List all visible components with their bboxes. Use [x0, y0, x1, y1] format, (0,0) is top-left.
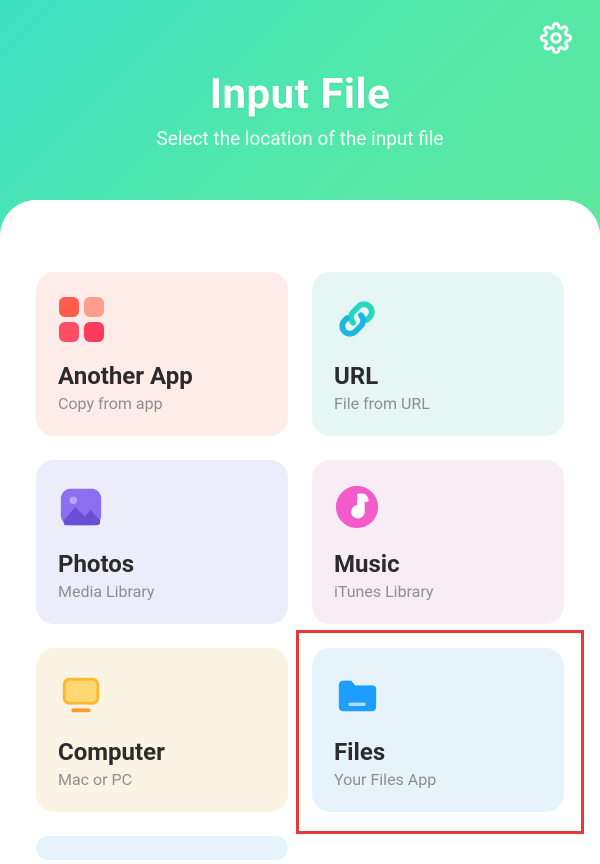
card-title: Music	[334, 550, 542, 578]
card-subtitle: iTunes Library	[334, 582, 542, 601]
card-subtitle: File from URL	[334, 394, 542, 413]
card-title: URL	[334, 362, 542, 390]
settings-button[interactable]	[540, 22, 572, 54]
card-title: Computer	[58, 738, 266, 766]
page-subtitle: Select the location of the input file	[0, 127, 600, 150]
photo-icon	[58, 484, 104, 530]
source-option-music[interactable]: Music iTunes Library	[312, 460, 564, 624]
content-sheet: Another App Copy from app URL File from …	[0, 200, 600, 864]
link-icon	[334, 296, 380, 342]
card-subtitle: Mac or PC	[58, 770, 266, 789]
gear-icon	[540, 39, 572, 58]
source-option-partial[interactable]	[36, 836, 288, 860]
card-title: Another App	[58, 362, 266, 390]
card-title: Photos	[58, 550, 266, 578]
monitor-icon	[58, 672, 104, 718]
card-subtitle: Media Library	[58, 582, 266, 601]
page-title: Input File	[0, 70, 600, 119]
music-icon	[334, 484, 380, 530]
apps-icon	[58, 296, 104, 342]
card-title: Files	[334, 738, 542, 766]
card-subtitle: Copy from app	[58, 394, 266, 413]
folder-icon	[334, 672, 380, 718]
source-option-computer[interactable]: Computer Mac or PC	[36, 648, 288, 812]
source-option-photos[interactable]: Photos Media Library	[36, 460, 288, 624]
source-option-another-app[interactable]: Another App Copy from app	[36, 272, 288, 436]
source-option-files[interactable]: Files Your Files App	[312, 648, 564, 812]
card-subtitle: Your Files App	[334, 770, 542, 789]
source-option-url[interactable]: URL File from URL	[312, 272, 564, 436]
